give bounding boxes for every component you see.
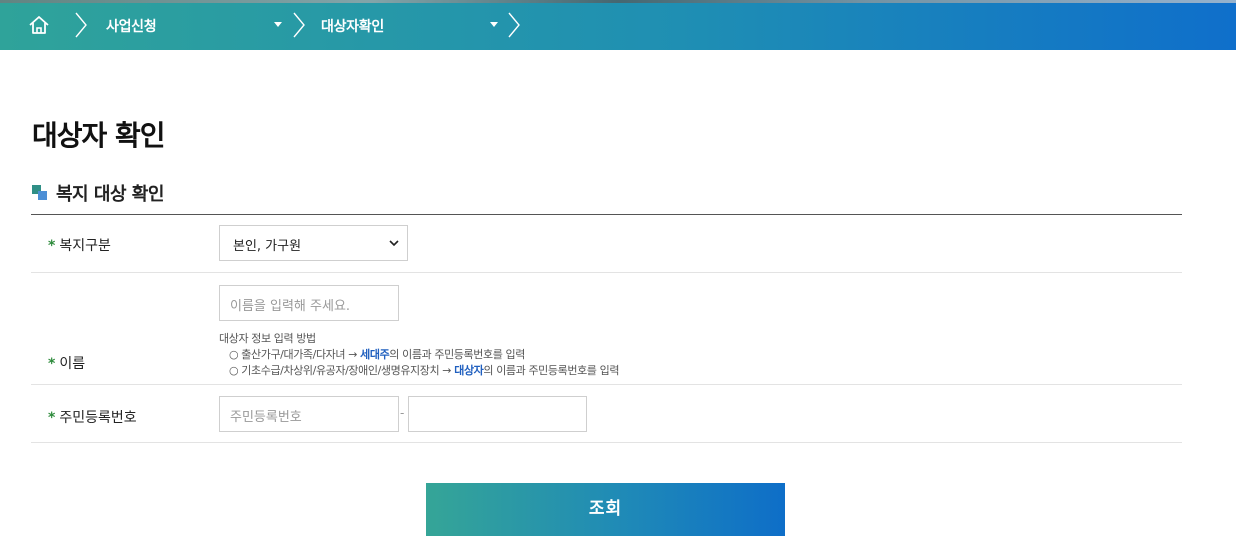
guide-line-prefix: ○ 기초수급/차상위/유공자/장애인/생명유지장치 → xyxy=(229,364,455,377)
caret-down-icon[interactable] xyxy=(274,22,282,27)
breadcrumb-item-target-check[interactable]: 대상자확인 xyxy=(321,16,384,36)
welfare-type-label-text: 복지구분 xyxy=(59,238,111,254)
input-guide: 대상자 정보 입력 방법 ○ 출산가구/대가족/다자녀 → 세대주의 이름과 주… xyxy=(219,331,619,379)
input-guide-line: ○ 기초수급/차상위/유공자/장애인/생명유지장치 → 대상자의 이름과 주민등… xyxy=(219,363,619,379)
required-mark: * xyxy=(48,356,56,372)
form-row-rrn: * 주민등록번호 주민등록번호 - xyxy=(31,385,1182,443)
breadcrumb-bar: 사업신청 대상자확인 xyxy=(0,0,1236,50)
chevron-down-icon xyxy=(389,240,399,247)
form-row-name: * 이름 이름을 입력해 주세요. 대상자 정보 입력 방법 ○ 출산가구/대가족… xyxy=(31,273,1182,385)
required-mark: * xyxy=(48,410,56,426)
chevron-right-icon xyxy=(508,12,520,38)
welfare-type-label: * 복지구분 xyxy=(48,235,111,255)
guide-line-prefix: ○ 출산가구/대가족/다자녀 → xyxy=(229,348,361,361)
rrn-label-text: 주민등록번호 xyxy=(59,410,137,426)
input-guide-title: 대상자 정보 입력 방법 xyxy=(219,332,316,345)
name-label: * 이름 xyxy=(48,353,85,373)
header-image-strip xyxy=(0,0,1236,3)
name-input[interactable]: 이름을 입력해 주세요. xyxy=(219,285,399,321)
rrn-front-placeholder: 주민등록번호 xyxy=(230,410,302,425)
page-title: 대상자 확인 xyxy=(32,119,166,152)
section-bullet-icon xyxy=(32,185,48,201)
search-button[interactable]: 조회 xyxy=(426,483,785,536)
guide-line-highlight: 세대주 xyxy=(360,348,390,361)
welfare-type-select[interactable]: 본인, 가구원 xyxy=(219,225,408,261)
chevron-right-icon xyxy=(75,12,87,38)
breadcrumb-item-apply[interactable]: 사업신청 xyxy=(106,16,157,36)
required-mark: * xyxy=(48,238,56,254)
guide-line-suffix: 의 이름과 주민등록번호를 입력 xyxy=(389,348,525,361)
welfare-type-selected-value: 본인, 가구원 xyxy=(233,239,302,254)
target-check-form: * 복지구분 본인, 가구원 * 이름 이름을 입력해 주세요. 대상자 정보 입력… xyxy=(31,214,1182,443)
guide-line-suffix: 의 이름과 주민등록번호를 입력 xyxy=(483,364,620,377)
name-label-text: 이름 xyxy=(59,356,86,372)
rrn-separator: - xyxy=(400,406,405,420)
rrn-back-input[interactable] xyxy=(408,396,587,432)
rrn-front-input[interactable]: 주민등록번호 xyxy=(219,396,399,432)
form-row-welfare-type: * 복지구분 본인, 가구원 xyxy=(31,215,1182,273)
section-header: 복지 대상 확인 xyxy=(32,180,164,206)
home-icon[interactable] xyxy=(28,15,50,35)
chevron-right-icon xyxy=(293,12,305,38)
guide-line-highlight: 대상자 xyxy=(454,364,484,377)
section-title: 복지 대상 확인 xyxy=(56,184,164,205)
name-input-placeholder: 이름을 입력해 주세요. xyxy=(230,299,351,314)
caret-down-icon[interactable] xyxy=(490,22,498,27)
rrn-label: * 주민등록번호 xyxy=(48,407,137,427)
input-guide-line: ○ 출산가구/대가족/다자녀 → 세대주의 이름과 주민등록번호를 입력 xyxy=(219,347,619,363)
